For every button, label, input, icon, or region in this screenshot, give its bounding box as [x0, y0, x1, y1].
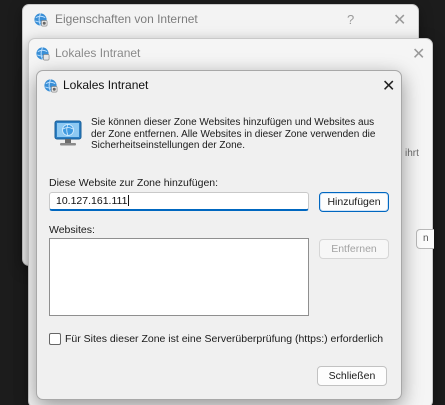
text-caret	[128, 195, 130, 206]
add-site-label: Diese Website zur Zone hinzufügen:	[49, 177, 219, 189]
add-button[interactable]: Hinzufügen	[319, 192, 389, 212]
window-title: Eigenschaften von Internet	[55, 12, 198, 26]
title-bar[interactable]: Eigenschaften von Internet ? ✕	[23, 5, 418, 35]
https-checkbox[interactable]	[49, 333, 61, 345]
zone-description: Sie können dieser Zone Websites hinzufüg…	[91, 117, 376, 151]
close-icon[interactable]: ✕	[382, 79, 395, 95]
dialog-title: Lokales Intranet	[63, 78, 149, 92]
websites-label: Websites:	[49, 224, 95, 236]
help-icon[interactable]: ?	[347, 12, 354, 27]
window-title: Lokales Intranet	[55, 46, 141, 60]
intranet-zone-icon	[36, 47, 50, 61]
title-bar[interactable]: Lokales Intranet ✕	[29, 39, 432, 69]
close-icon[interactable]: ✕	[393, 13, 406, 29]
add-site-input-value[interactable]: 10.127.161.111	[56, 195, 127, 207]
close-button[interactable]: Schließen	[317, 366, 387, 386]
internet-options-icon	[34, 13, 48, 27]
partial-label: ihrt	[405, 148, 419, 159]
local-intranet-dialog: Lokales Intranet ✕ Sie können dieser Zon…	[36, 70, 402, 400]
title-bar[interactable]: Lokales Intranet ✕	[37, 71, 401, 101]
close-icon[interactable]: ✕	[412, 47, 425, 63]
partial-button[interactable]: n	[416, 229, 434, 249]
https-checkbox-label[interactable]: Für Sites dieser Zone ist eine Serverübe…	[65, 333, 383, 345]
websites-list[interactable]	[49, 238, 309, 316]
intranet-zone-icon	[54, 120, 82, 146]
intranet-zone-icon	[44, 79, 58, 93]
remove-button[interactable]: Entfernen	[319, 239, 389, 259]
add-site-input[interactable]: 10.127.161.111	[49, 192, 309, 211]
